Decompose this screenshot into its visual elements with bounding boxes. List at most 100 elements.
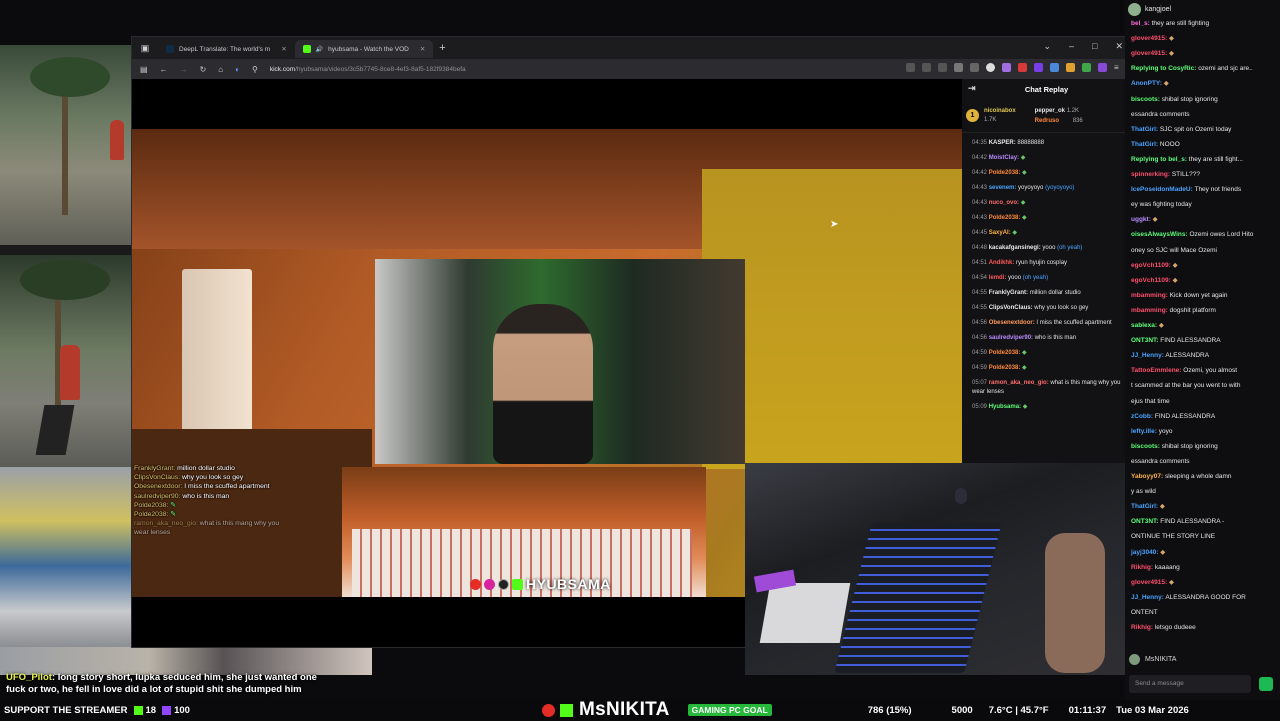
side-chat-author[interactable]: glover4915: [1131,579,1167,586]
side-chat-author[interactable]: egoVch1109: [1131,277,1171,284]
message-author[interactable]: sevenem: [989,185,1017,191]
reader-icon[interactable] [922,63,931,72]
side-chat-line: essandra comments [1131,111,1279,119]
reload-icon[interactable]: ↻ [200,65,207,74]
close-window-button[interactable]: ✕ [1115,41,1123,52]
maximize-button[interactable]: □ [1092,41,1097,52]
extension-icon[interactable] [970,63,979,72]
screenshot-icon[interactable] [906,63,915,72]
side-chat-author[interactable]: mbamming: [1131,292,1168,299]
side-chat-author[interactable]: biscoots: [1131,96,1160,103]
side-chat-author[interactable]: oisesAlwaysWins: [1131,231,1188,238]
translate-icon[interactable] [938,63,947,72]
tab-kick-vod[interactable]: 🔊 hyubsama - Watch the VOD ✕ [294,40,434,58]
sidebar-icon[interactable]: ▤ [140,65,148,74]
message-author[interactable]: Polde2038: [989,170,1021,176]
side-chat-author[interactable]: ThatGirl: [1131,503,1158,510]
audio-icon[interactable]: 🔊 [316,46,323,53]
message-author[interactable]: FranklyGrant: [989,290,1028,296]
message-author[interactable]: Polde2038: [989,350,1021,356]
message-author[interactable]: kacakafgansinegi: [989,245,1041,251]
message-author[interactable]: Polde2038: [989,365,1021,371]
side-chat-author[interactable]: glover4915: [1131,35,1167,42]
twitch-extension-icon[interactable] [1034,63,1043,72]
adblock-icon[interactable] [986,63,995,72]
extension-red-icon[interactable] [1018,63,1027,72]
side-chat-author[interactable]: spinnerking: [1131,171,1170,178]
message-author[interactable]: KASPER: [989,140,1016,146]
side-chat-author[interactable]: sablexa: [1131,322,1157,329]
home-icon[interactable]: ⌂ [218,65,223,74]
message-author[interactable]: Andikhk: [989,260,1015,266]
close-tab-icon[interactable]: ✕ [281,45,286,53]
extension-green-icon[interactable] [1082,63,1091,72]
left-camera-feed-top [0,45,131,255]
extension-purple-icon[interactable] [1002,63,1011,72]
new-tab-button[interactable]: + [439,42,445,54]
side-chat-author[interactable]: glover4915: [1131,50,1167,57]
side-chat-line: ONT3NT: FIND ALESSANDRA - [1131,518,1279,526]
close-tab-icon[interactable]: ✕ [420,45,425,53]
side-chat-author[interactable]: Rikhig: [1131,564,1153,571]
tab-actions-icon[interactable]: ▣ [132,43,158,54]
message-author[interactable]: Obesenextdoor: [989,320,1035,326]
leaderboard-item[interactable]: Redruso 836 [1035,116,1083,126]
date: Tue 03 Mar 2026 [1116,704,1189,716]
side-chat-author[interactable]: biscoots: [1131,443,1160,450]
side-chat-author[interactable]: AnonPTY: [1131,80,1162,87]
chat-top-user[interactable]: kangjoel [1128,3,1171,16]
side-chat-author[interactable]: ONT3NT: [1131,518,1158,525]
leaderboard-item[interactable]: pepper_ok 1.2K [1035,106,1083,116]
message-author[interactable]: Hyubsama: [989,404,1021,410]
side-chat-author[interactable]: IcePoseidonMadeU: [1131,186,1193,193]
message-author[interactable]: ramon_aka_neo_gio: [989,380,1049,386]
bookmark-star-icon[interactable] [954,63,963,72]
side-chat-author[interactable]: jayj3040: [1131,549,1158,556]
side-chat-author[interactable]: Replying to bel_s: [1131,156,1187,163]
side-chat-author[interactable]: uggkt: [1131,216,1151,223]
overlay-chat-line: Obesenextdoor: I miss the scuffed apartm… [134,483,270,491]
side-chat-author[interactable]: JJ_Henny: [1131,594,1164,601]
side-chat-author[interactable]: Rikhig: [1131,624,1153,631]
tab-deepl[interactable]: DeepL Translate: The world's m ✕ [158,40,295,58]
side-chat-author[interactable]: Yaboyy07: [1131,473,1163,480]
message-author[interactable]: Polde2038: [989,215,1021,221]
side-chat-author[interactable]: egoVch1109: [1131,262,1171,269]
emote-icon: ◆ [1022,365,1027,371]
forward-icon[interactable]: → [180,65,188,74]
send-button[interactable] [1259,677,1273,691]
url-field[interactable]: kick.com/hyubsama/videos/3c5b7745-8ce8-4… [270,66,466,73]
menu-icon[interactable]: ≡ [1114,63,1123,72]
leaderboard-first[interactable]: nicoinabox 1.7K [984,107,1016,125]
message-author[interactable]: ClipsVonClaus: [989,305,1033,311]
message-author[interactable]: nuco_ovo: [989,200,1019,206]
side-chat-author[interactable]: lefty.ille: [1131,428,1157,435]
side-chat-author[interactable]: ThatGirl: [1131,126,1158,133]
message-author[interactable]: SaxyAl: [989,230,1011,236]
side-chat-line: egoVch1109: ◆ [1131,262,1279,270]
side-chat-author[interactable]: zCobb: [1131,413,1153,420]
extension-violet-icon[interactable] [1098,63,1107,72]
side-chat-author[interactable]: Replying to CosyRic: [1131,65,1196,72]
shield-icon[interactable]: ◐ [235,65,240,74]
side-chat-author[interactable]: JJ_Henny: [1131,352,1164,359]
minimize-button[interactable]: – [1069,41,1074,52]
chat-identity[interactable]: MsNIKITA [1129,654,1176,665]
back-icon[interactable]: ← [160,65,168,74]
site-info-icon[interactable]: ⚲ [252,65,258,74]
chat-replay-messages: 04:35 KASPER: 88888888 04:42 MoistClay: ◆… [962,133,1131,412]
extension-blue-icon[interactable] [1050,63,1059,72]
extension-orange-icon[interactable] [1066,63,1075,72]
message-author[interactable]: lemdi: [989,275,1007,281]
collapse-chat-icon[interactable]: ⇥ [968,83,976,94]
side-chat-line: oney so SJC will Mace Ozemi [1131,247,1279,255]
tab-search-icon[interactable]: ⌄ [1043,41,1051,52]
side-chat-author[interactable]: TattooEmmlene: [1131,367,1181,374]
side-chat-author[interactable]: ThatGirl: [1131,141,1158,148]
chat-input[interactable]: Send a message [1129,675,1251,693]
side-chat-author[interactable]: bel_s: [1131,20,1150,27]
message-author[interactable]: MoistClay: [989,155,1019,161]
side-chat-author[interactable]: ONT3NT: [1131,337,1158,344]
side-chat-author[interactable]: mbamming: [1131,307,1168,314]
message-author[interactable]: saulredviper90: [989,335,1033,341]
